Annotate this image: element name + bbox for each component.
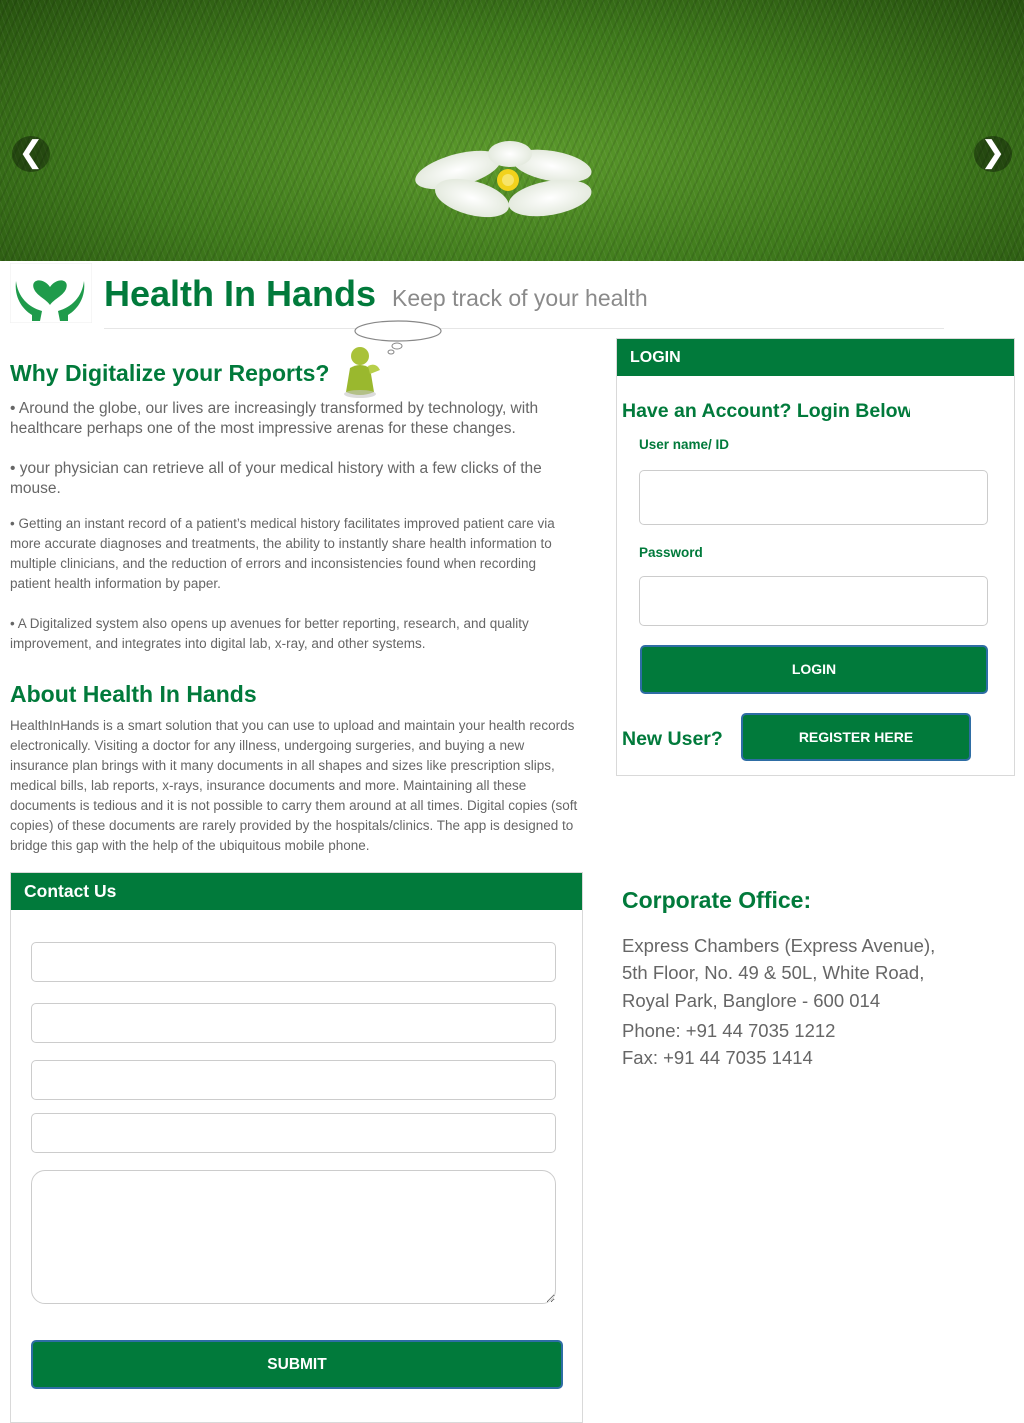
- password-label: Password: [639, 545, 703, 560]
- office-address-line-3: Royal Park, Banglore - 600 014: [622, 990, 881, 1011]
- flower-image: [415, 141, 592, 218]
- office-address-line-1: Express Chambers (Express Avenue),: [622, 935, 936, 956]
- login-panel: LOGIN Have an Account? Login Below User …: [616, 338, 1015, 776]
- office-phone: Phone: +91 44 7035 1212: [622, 1020, 836, 1041]
- contact-input-2[interactable]: [31, 1003, 556, 1043]
- contact-input-1[interactable]: [31, 942, 556, 982]
- site-title: Health In Hands: [104, 273, 377, 314]
- about-heading: About Health In Hands: [10, 681, 257, 707]
- why-point-2: • your physician can retrieve all of you…: [10, 460, 542, 497]
- contact-input-3[interactable]: [31, 1060, 556, 1100]
- carousel-prev-button[interactable]: ❮: [12, 136, 50, 172]
- login-panel-heading: LOGIN: [617, 339, 1014, 376]
- username-label: User name/ ID: [639, 437, 730, 452]
- username-input[interactable]: [639, 470, 988, 525]
- contact-panel-heading: Contact Us: [11, 873, 582, 910]
- why-point-4: • A Digitalized system also opens up ave…: [10, 616, 529, 651]
- login-button[interactable]: LOGIN: [640, 645, 988, 694]
- office-address-line-2: 5th Floor, No. 49 & 50L, White Road,: [622, 962, 925, 983]
- corporate-office-heading: Corporate Office:: [622, 887, 812, 913]
- heart-in-hands-icon: [10, 263, 92, 323]
- site-tagline: Keep track of your health: [392, 285, 648, 311]
- contact-panel: Contact Us SUBMIT: [10, 872, 583, 1423]
- thinking-figure-icon: [344, 320, 442, 398]
- carousel-next-button[interactable]: ❯: [974, 136, 1012, 172]
- why-point-1: • Around the globe, our lives are increa…: [10, 400, 539, 437]
- password-input[interactable]: [639, 576, 988, 626]
- register-button[interactable]: REGISTER HERE: [741, 713, 971, 761]
- new-user-label: New User?: [622, 728, 723, 750]
- contact-message-textarea[interactable]: [31, 1170, 556, 1304]
- header-divider: [104, 328, 944, 329]
- contact-input-4[interactable]: [31, 1113, 556, 1153]
- why-point-3: • Getting an instant record of a patient…: [10, 516, 555, 591]
- hero-carousel: ❮ ❯: [0, 0, 1024, 261]
- login-subtitle: Have an Account? Login Below: [622, 400, 910, 422]
- submit-button[interactable]: SUBMIT: [31, 1340, 563, 1389]
- about-text: HealthInHands is a smart solution that y…: [10, 718, 578, 853]
- why-digitalize-heading: Why Digitalize your Reports?: [10, 360, 330, 386]
- office-fax: Fax: +91 44 7035 1414: [622, 1047, 813, 1068]
